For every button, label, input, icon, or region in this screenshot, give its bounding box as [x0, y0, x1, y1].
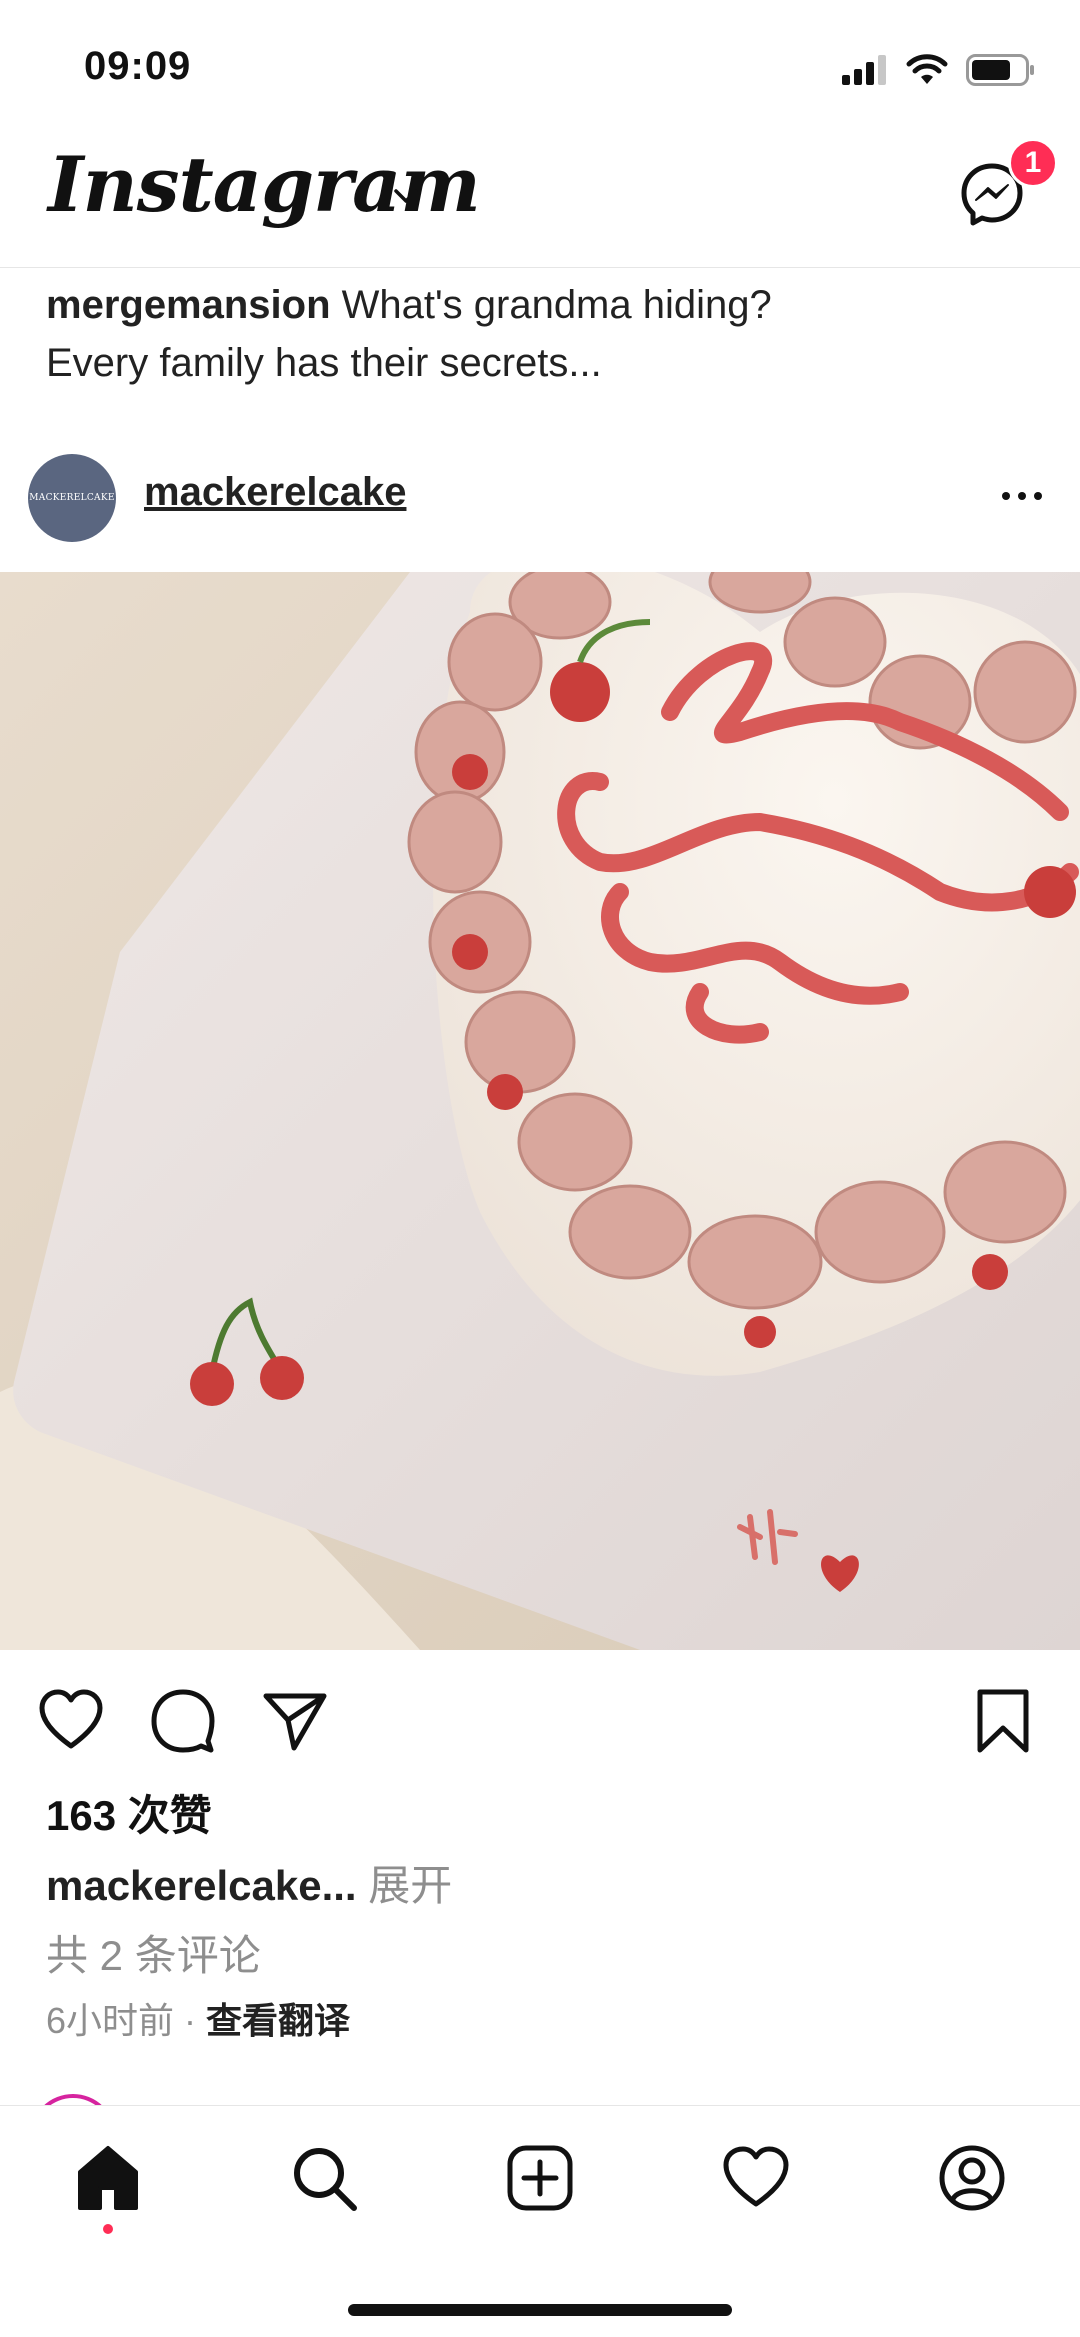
- post-actions: [0, 1680, 1080, 1760]
- cellular-signal-icon: [842, 55, 886, 85]
- post-meta: 6小时前 · 查看翻译: [46, 1992, 350, 2044]
- share-send-icon[interactable]: [260, 1686, 330, 1756]
- post-caption: mackerelcake... 展开: [46, 1852, 452, 1913]
- home-active-dot: [103, 2224, 113, 2234]
- dot-icon: [1018, 492, 1026, 500]
- previous-post-caption: mergemansion What's grandma hiding? Ever…: [46, 276, 1046, 392]
- status-time: 09:09: [84, 44, 192, 88]
- bookmark-icon[interactable]: [968, 1686, 1038, 1756]
- cake-photo-illustration: [0, 572, 1080, 1650]
- chevron-down-icon[interactable]: [392, 182, 420, 210]
- post-header: MACKERELCAKE mackerelcake: [0, 440, 1080, 570]
- wifi-icon: [906, 54, 948, 84]
- dot-icon: [1034, 492, 1042, 500]
- post-photo[interactable]: [0, 572, 1080, 1650]
- bottom-nav: [0, 2105, 1080, 2337]
- dot-icon: [1002, 492, 1010, 500]
- view-comments-link[interactable]: 共 2 条评论: [46, 1922, 261, 1983]
- activity-heart-icon[interactable]: [720, 2142, 792, 2214]
- likes-count[interactable]: 163 次赞: [46, 1782, 212, 1843]
- see-translation-link[interactable]: 查看翻译: [206, 2000, 350, 2041]
- home-icon[interactable]: [72, 2142, 144, 2214]
- create-post-icon[interactable]: [504, 2142, 576, 2214]
- status-icons: [842, 50, 1036, 90]
- post-username[interactable]: mackerelcake: [144, 470, 406, 515]
- caption-expand-link[interactable]: 展开: [357, 1862, 452, 1909]
- previous-post-username[interactable]: mergemansion: [46, 283, 331, 327]
- previous-post-caption-line1: What's grandma hiding?: [330, 283, 772, 327]
- previous-post-caption-line2: Every family has their secrets...: [46, 341, 602, 385]
- profile-icon[interactable]: [936, 2142, 1008, 2214]
- app-header: Instagram 1: [0, 130, 1080, 268]
- search-icon[interactable]: [288, 2142, 360, 2214]
- comment-icon[interactable]: [148, 1686, 218, 1756]
- more-options-button[interactable]: [994, 476, 1050, 516]
- post-time: 6小时前: [46, 2000, 175, 2041]
- like-heart-icon[interactable]: [36, 1686, 106, 1756]
- meta-separator: ·: [174, 2000, 207, 2041]
- caption-username[interactable]: mackerelcake...: [46, 1862, 357, 1909]
- status-bar: 09:09: [0, 0, 1080, 130]
- messenger-badge: 1: [1008, 138, 1058, 188]
- battery-icon: [966, 54, 1034, 86]
- avatar[interactable]: MACKERELCAKE: [28, 454, 116, 542]
- home-indicator: [348, 2304, 732, 2316]
